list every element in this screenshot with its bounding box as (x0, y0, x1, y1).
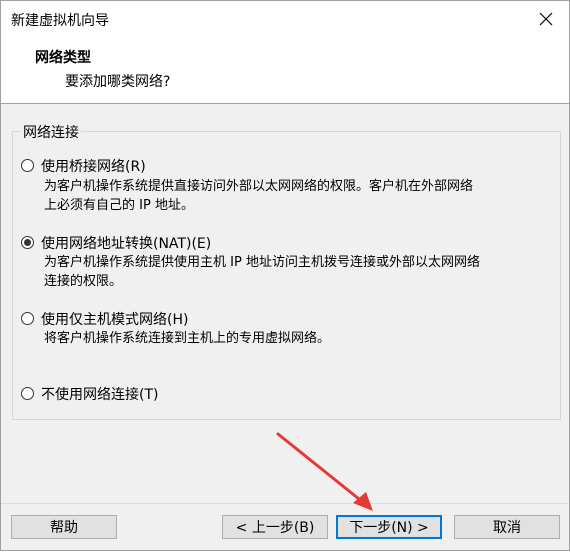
back-button[interactable]: < 上一步(B) (222, 515, 328, 539)
next-button[interactable]: 下一步(N) > (336, 515, 442, 539)
title-bar: 新建虚拟机向导 (1, 1, 569, 37)
group-legend: 网络连接 (21, 122, 81, 142)
option-desc-nat-line1: 为客户机操作系统提供使用主机 IP 地址访问主机拨号连接或外部以太网网络 (44, 255, 480, 270)
wizard-header: 网络类型 要添加哪类网络? (1, 37, 569, 104)
window-title: 新建虚拟机向导 (11, 13, 109, 29)
page-subtitle: 要添加哪类网络? (65, 74, 171, 90)
cancel-button[interactable]: 取消 (454, 515, 560, 539)
option-label-host-only[interactable]: 使用仅主机模式网络(H) (41, 309, 188, 329)
new-vm-wizard-dialog: 新建虚拟机向导 网络类型 要添加哪类网络? 网络连接 使用桥接网络(R) 为客户… (0, 0, 570, 551)
footer-separator (1, 503, 569, 504)
radio-no-network[interactable] (21, 387, 34, 400)
option-label-no-network[interactable]: 不使用网络连接(T) (41, 384, 158, 404)
option-label-bridged[interactable]: 使用桥接网络(R) (41, 156, 146, 176)
close-icon (539, 12, 553, 26)
help-button[interactable]: 帮助 (11, 515, 117, 539)
option-label-nat[interactable]: 使用网络地址转换(NAT)(E) (41, 233, 211, 253)
page-title: 网络类型 (35, 50, 91, 66)
option-desc-host-only-line1: 将客户机操作系统连接到主机上的专用虚拟网络。 (44, 331, 331, 346)
radio-bridged[interactable] (21, 159, 34, 172)
option-desc-bridged-line1: 为客户机操作系统提供直接访问外部以太网网络的权限。客户机在外部网络 (44, 179, 474, 194)
close-button[interactable] (523, 1, 569, 37)
radio-nat[interactable] (21, 236, 34, 249)
option-desc-nat-line2: 连接的权限。 (44, 274, 123, 289)
option-desc-bridged-line2: 上必须有自己的 IP 地址。 (44, 198, 194, 213)
radio-host-only[interactable] (21, 312, 34, 325)
